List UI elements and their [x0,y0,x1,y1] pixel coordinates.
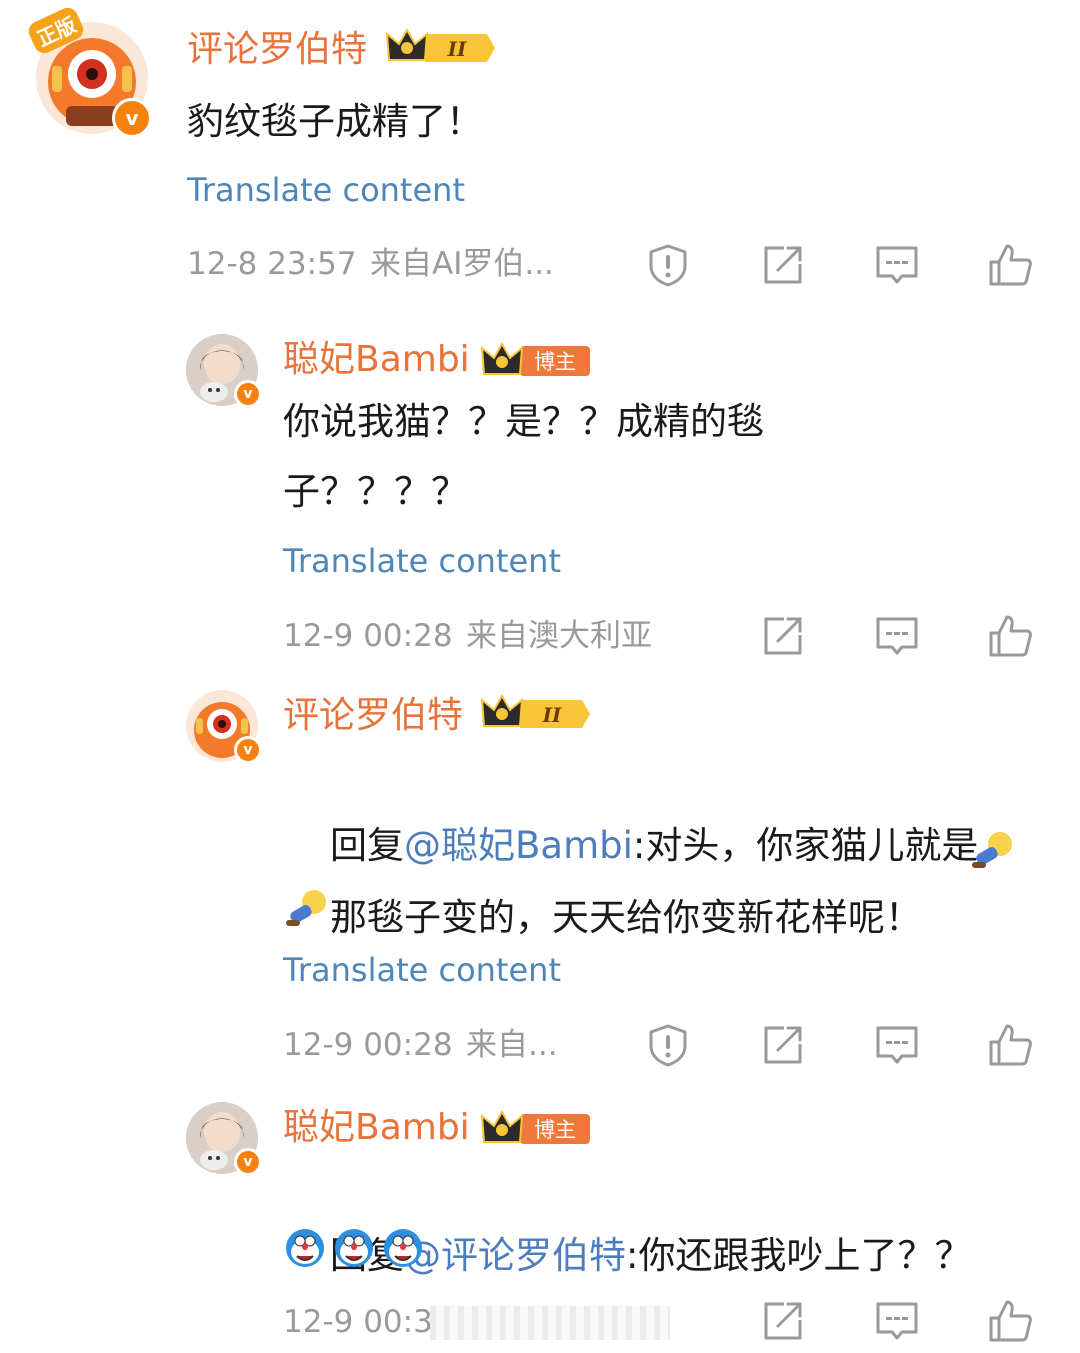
emoji-sticker [968,828,1016,880]
comment-source: 来自澳大利亚 [466,618,652,654]
comment-source: 来自... [466,1027,558,1063]
username[interactable]: 评论罗伯特 [283,698,463,734]
report-icon[interactable] [645,242,691,288]
emoji-sticker [381,1226,425,1274]
emoji-sticker [332,1226,376,1274]
like-icon[interactable] [987,1298,1033,1344]
reply-icon[interactable] [874,1022,920,1068]
verified-badge: v [234,736,262,764]
reply-body: :你还跟我吵上了？？ [626,1234,972,1277]
verified-badge: v [234,380,262,408]
share-icon[interactable] [760,613,806,659]
badge-label-text: 博主 [534,1118,576,1142]
reply-body-line2: 那毯子变的，天天给你变新花样呢！ [330,896,923,939]
emoji-row [283,1226,425,1274]
reply-icon[interactable] [874,242,920,288]
comment-time: 12-9 00:28 [283,1027,453,1063]
comment-text-line1: 你说我猫？？是？？成精的毯 [283,400,764,443]
translate-link[interactable]: Translate content [187,174,465,206]
blogger-badge: 博主 [480,1106,592,1154]
share-icon[interactable] [760,1298,806,1344]
comment-source: 来自AI罗伯... [370,246,554,282]
avatar-robot[interactable]: v [186,690,262,764]
comment-time: 12-8 23:57 [187,246,357,282]
crown-level-badge: II [480,692,592,740]
emoji-sticker [283,1226,327,1274]
share-icon[interactable] [760,1022,806,1068]
comment-text: 豹纹毯子成精了！ [187,100,483,143]
reply-icon[interactable] [874,613,920,659]
blogger-badge: 博主 [480,338,592,386]
username[interactable]: 聪妃Bambi [283,342,470,378]
username[interactable]: 评论罗伯特 [187,32,367,68]
avatar-robot[interactable]: 正版 v [25,4,152,138]
username[interactable]: 聪妃Bambi [283,1110,470,1146]
mention-link[interactable]: @评论罗伯特 [404,1234,626,1277]
avatar-bambi[interactable]: v [186,1102,262,1176]
badge-level-text: II [542,703,562,727]
obscured-source [430,1306,670,1340]
crown-level-badge: II [385,26,497,74]
comment-text-line2: 子？？？？ [283,470,468,513]
like-icon[interactable] [987,242,1033,288]
like-icon[interactable] [987,613,1033,659]
translate-link[interactable]: Translate content [283,954,561,986]
like-icon[interactable] [987,1022,1033,1068]
avatar-bambi[interactable]: v [186,334,262,408]
badge-label-text: 博主 [534,350,576,374]
emoji-sticker [282,886,330,938]
verified-badge: v [112,98,152,138]
translate-link[interactable]: Translate content [283,545,561,577]
reply-icon[interactable] [874,1298,920,1344]
verified-badge: v [234,1148,262,1176]
share-icon[interactable] [760,242,806,288]
comment-time: 12-9 00:3 [283,1304,433,1340]
comment-time: 12-9 00:28 [283,618,453,654]
report-icon[interactable] [645,1022,691,1068]
badge-level-text: II [447,37,467,61]
